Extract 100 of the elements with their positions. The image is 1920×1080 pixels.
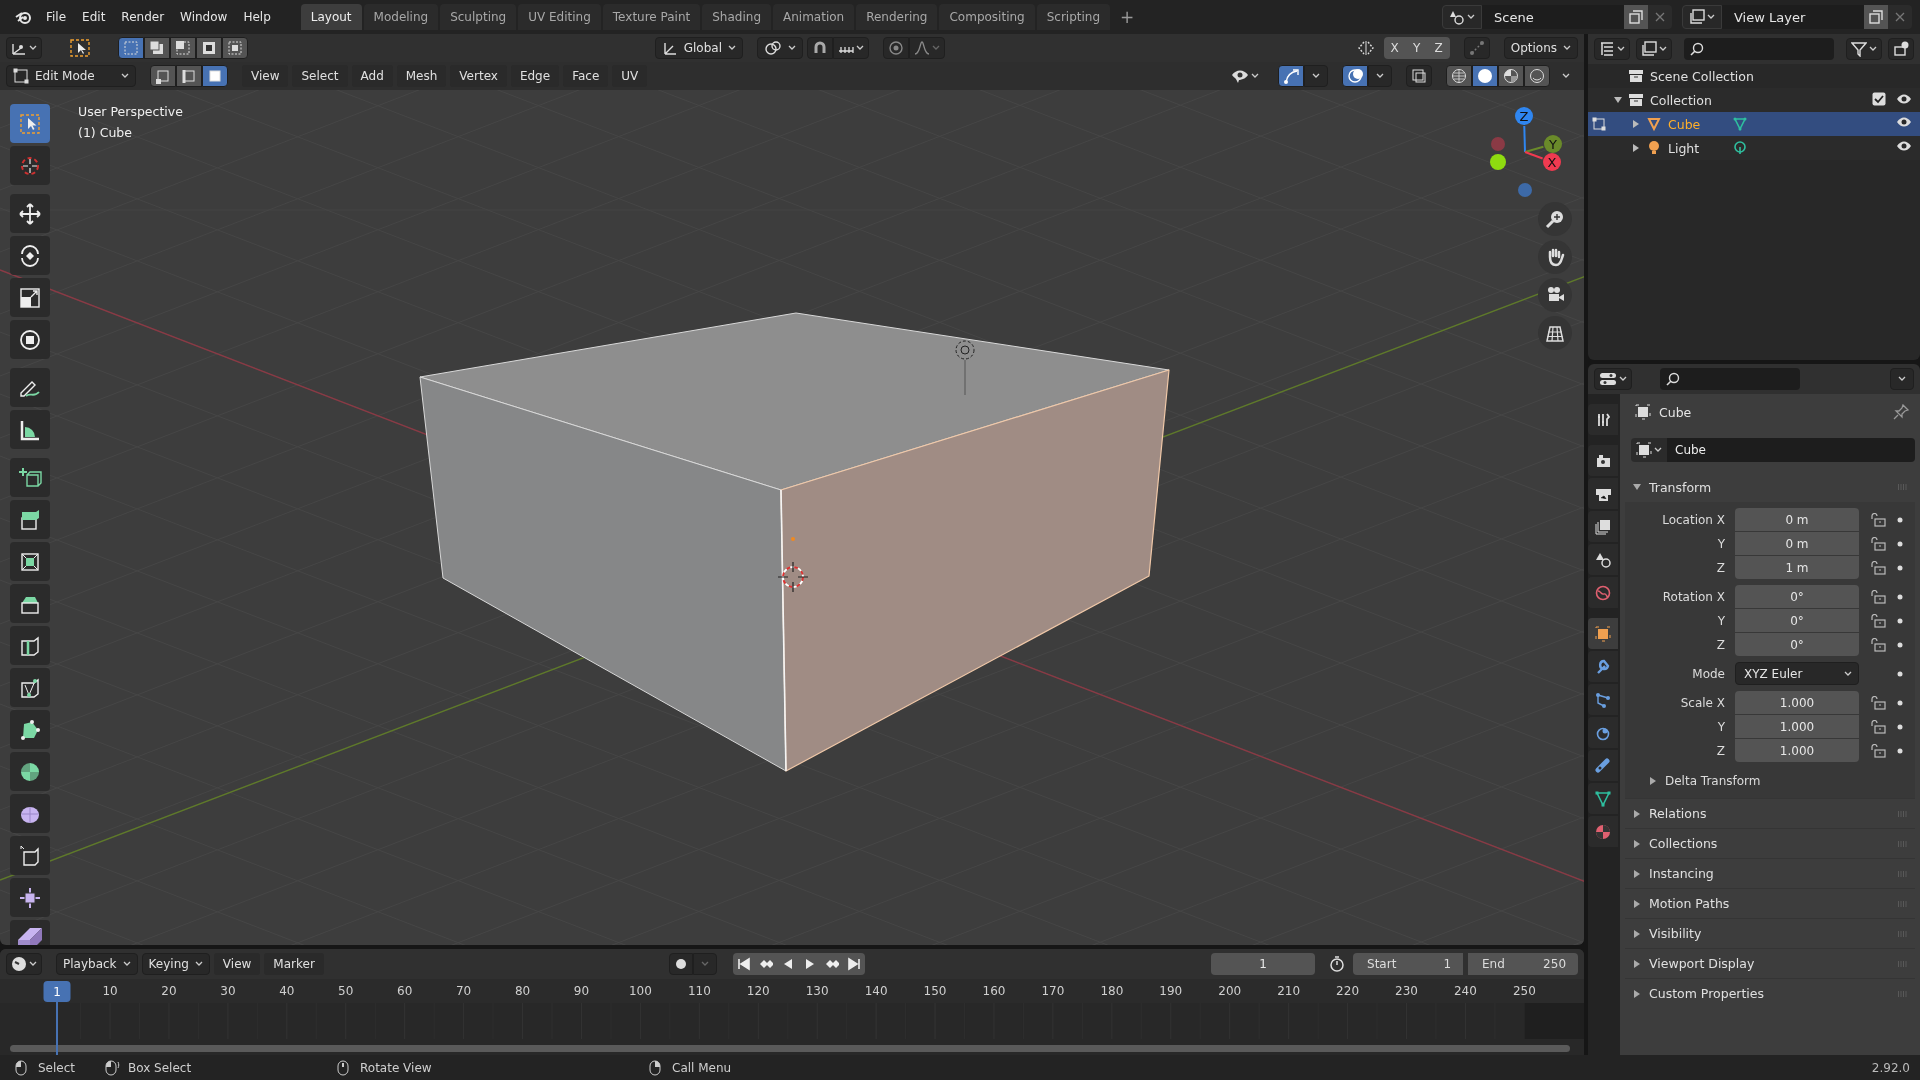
workspace-tab[interactable]: Texture Paint	[602, 4, 701, 30]
number-field[interactable]: 0 m	[1735, 508, 1859, 531]
field-label: Start	[1367, 957, 1397, 971]
workspace-tab[interactable]: Shading	[702, 4, 771, 30]
frame-number: 20	[161, 984, 177, 998]
number-field[interactable]: 0 m	[1735, 532, 1859, 555]
workspace-tab[interactable]: Compositing	[939, 4, 1035, 30]
field-label: Rotation X	[1661, 589, 1726, 604]
workspace-tab[interactable]: Animation	[773, 4, 855, 30]
add-workspace-button[interactable]: +	[1112, 4, 1143, 30]
field-label: Z	[1715, 560, 1726, 575]
frame-number: 200	[1218, 984, 1242, 998]
workspace-tab[interactable]: Scripting	[1036, 4, 1111, 30]
menu-item[interactable]: Edge	[510, 65, 560, 87]
current-frame-badge[interactable]: 1	[43, 981, 71, 1002]
frame-number: 80	[514, 984, 531, 998]
frame-number: 220	[1336, 984, 1359, 998]
object-name: Cube	[1659, 404, 1693, 420]
frame-number: 230	[1395, 984, 1418, 998]
frame-number: 70	[455, 984, 472, 998]
dropdown-field[interactable]: XYZ Euler	[1735, 662, 1859, 685]
menu-dropdown[interactable]: Keying	[141, 953, 210, 975]
frame-number: 180	[1100, 984, 1124, 998]
axis-handle[interactable]: Y	[1544, 135, 1562, 153]
frame-number: 240	[1453, 984, 1477, 998]
workspace-tab[interactable]: Rendering	[856, 4, 938, 30]
menu-item[interactable]: Edit	[74, 7, 114, 27]
frame-number: 120	[746, 984, 770, 998]
menu-item[interactable]: Add	[351, 65, 393, 87]
axis-handle[interactable]: X	[1543, 153, 1561, 171]
frame-number: 30	[220, 984, 236, 998]
workspace-tab[interactable]: Modeling	[363, 4, 439, 30]
axis-handle[interactable]: Z	[1515, 107, 1533, 125]
options-dropdown[interactable]: Options	[1503, 37, 1578, 59]
orientation-dropdown[interactable]: Global	[654, 37, 743, 59]
workspace-tab[interactable]: Layout	[300, 4, 362, 30]
number-field[interactable]: 1 m	[1735, 556, 1859, 579]
field-label: Y	[1716, 536, 1726, 551]
mode-dropdown[interactable]: Edit Mode	[6, 65, 136, 87]
start-frame-field[interactable]: Start 1	[1353, 953, 1463, 975]
menu-item[interactable]: Vertex	[450, 65, 507, 87]
frame-number: 170	[1041, 984, 1065, 998]
number-field[interactable]: 1.000	[1735, 715, 1859, 738]
menu-item[interactable]: Select	[292, 65, 348, 87]
view-name: User Perspective	[78, 104, 183, 119]
frame-number: 210	[1277, 984, 1301, 998]
field-label: End	[1482, 957, 1505, 971]
menu-item[interactable]: Render	[113, 7, 173, 27]
menu-item[interactable]: File	[38, 7, 75, 27]
view-layer-field[interactable]: View Layer	[1722, 5, 1864, 29]
frame-number: 150	[923, 984, 947, 998]
number-field[interactable]: 0°	[1735, 633, 1859, 656]
hint-label: Rotate View	[360, 1060, 432, 1075]
workspace-tab[interactable]: Sculpting	[440, 4, 517, 30]
frame-number: 90	[573, 984, 590, 998]
menu-item[interactable]: Window	[172, 7, 236, 27]
frame-number: 130	[805, 984, 829, 998]
hint-label: Call Menu	[672, 1060, 732, 1075]
outliner-item[interactable]: Cube	[1588, 112, 1920, 136]
frame-number: 40	[279, 984, 295, 998]
axis-toggle[interactable]: Z	[1427, 37, 1450, 59]
frame-number: 50	[338, 984, 354, 998]
axis-toggle[interactable]: Y	[1405, 37, 1428, 59]
frame-number: 10	[102, 984, 118, 998]
object-label: (1) Cube	[78, 125, 133, 140]
version-label: 2.92.0	[1871, 1060, 1910, 1075]
frame-number: 60	[397, 984, 413, 998]
workspace-tab[interactable]: UV Editing	[518, 4, 601, 30]
number-field[interactable]: 1.000	[1735, 691, 1859, 714]
scene-field[interactable]: Scene	[1482, 5, 1624, 29]
field-label: Y	[1716, 613, 1726, 628]
menu-item[interactable]: Face	[563, 65, 609, 87]
hint-label: Select	[38, 1060, 76, 1075]
field-label: Mode	[1691, 666, 1726, 681]
menu-dropdown[interactable]: Playback	[56, 953, 138, 975]
field-value: 250	[1543, 957, 1566, 971]
axis-toggle[interactable]: X	[1383, 37, 1406, 59]
menu-item[interactable]: Help	[235, 7, 279, 27]
field-label: Scale X	[1679, 695, 1726, 710]
field-label: Location X	[1661, 512, 1726, 527]
field-label: Z	[1715, 743, 1726, 758]
menu-item[interactable]: View	[242, 65, 289, 87]
field-label: Z	[1715, 637, 1726, 652]
panel-header[interactable]: Delta Transform	[1625, 768, 1915, 794]
number-field[interactable]: 0°	[1735, 609, 1859, 632]
number-field[interactable]: 1.000	[1735, 739, 1859, 762]
menu-item[interactable]: Marker	[264, 953, 324, 975]
end-frame-field[interactable]: End 250	[1468, 953, 1578, 975]
field-value: 1	[1443, 957, 1451, 971]
current-frame-field[interactable]: 1	[1211, 953, 1315, 975]
menu-item[interactable]: UV	[612, 65, 648, 87]
menu-item[interactable]: View	[213, 953, 261, 975]
frame-number: 160	[982, 984, 1006, 998]
frame-number: 100	[628, 984, 652, 998]
name-field[interactable]: Cube	[1667, 438, 1915, 462]
menu-item[interactable]: Mesh	[396, 65, 447, 87]
frame-number: 140	[864, 984, 888, 998]
frame-number: 250	[1512, 984, 1536, 998]
number-field[interactable]: 0°	[1735, 585, 1859, 608]
frame-number: 110	[687, 984, 711, 998]
